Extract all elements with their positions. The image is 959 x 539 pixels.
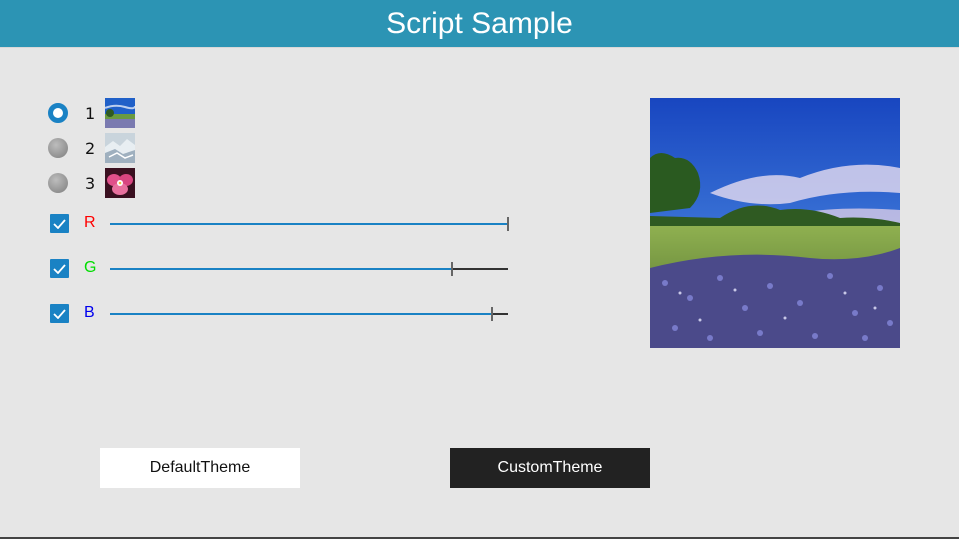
slider-fill-b xyxy=(110,313,492,315)
field-thumbnail-icon xyxy=(105,98,135,128)
checkbox-b[interactable] xyxy=(50,304,69,323)
default-theme-button[interactable]: DefaultTheme xyxy=(100,448,300,488)
channel-row-g: G xyxy=(48,257,518,281)
radio-option-3[interactable]: 3 xyxy=(48,167,135,199)
page-title: Script Sample xyxy=(386,6,573,40)
slider-handle-g[interactable] xyxy=(451,262,453,276)
radio-option-2[interactable]: 2 xyxy=(48,132,135,164)
slider-b[interactable] xyxy=(110,307,508,321)
checkbox-g[interactable] xyxy=(50,259,69,278)
checkmark-icon xyxy=(53,263,66,274)
radio-option-1[interactable]: 1 xyxy=(48,97,135,129)
radio-button-2[interactable] xyxy=(48,138,68,158)
channel-row-r: R xyxy=(48,212,518,236)
slider-fill-r xyxy=(110,223,508,225)
slider-fill-g xyxy=(110,268,452,270)
slider-r[interactable] xyxy=(110,217,509,231)
custom-theme-button[interactable]: CustomTheme xyxy=(450,448,650,488)
flower-thumbnail-icon xyxy=(105,168,135,198)
title-bar: Script Sample xyxy=(0,0,959,48)
channel-label-b: B xyxy=(84,304,95,321)
channel-row-b: B xyxy=(48,302,518,326)
checkbox-r[interactable] xyxy=(50,214,69,233)
snow-thumbnail-icon xyxy=(105,133,135,163)
landscape-preview-image xyxy=(650,98,900,348)
slider-handle-b[interactable] xyxy=(491,307,493,321)
channel-label-g: G xyxy=(84,259,97,276)
channel-label-r: R xyxy=(84,214,96,231)
checkmark-icon xyxy=(53,218,66,229)
slider-g[interactable] xyxy=(110,262,508,276)
checkmark-icon xyxy=(53,308,66,319)
radio-button-1[interactable] xyxy=(48,103,68,123)
radio-button-3[interactable] xyxy=(48,173,68,193)
slider-handle-r[interactable] xyxy=(507,217,509,231)
